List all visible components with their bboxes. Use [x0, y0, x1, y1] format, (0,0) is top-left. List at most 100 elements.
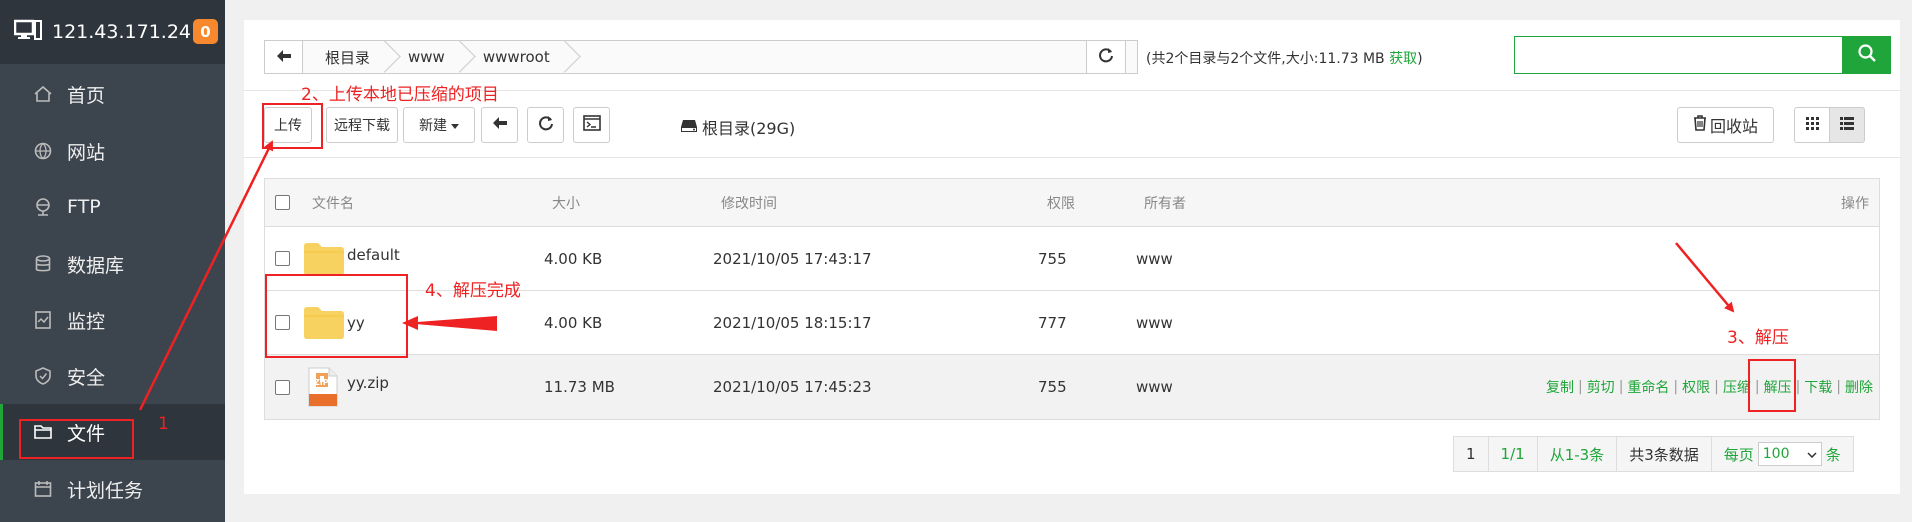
- summary-suffix: ): [1417, 51, 1423, 67]
- path-back-button[interactable]: [265, 41, 303, 73]
- database-icon: [31, 252, 55, 276]
- monitor-icon: [31, 308, 55, 332]
- download-link[interactable]: 下载: [1804, 377, 1832, 397]
- annotation-box-files: [19, 419, 134, 459]
- search-icon: [1857, 43, 1877, 67]
- server-monitor-icon: [13, 19, 42, 45]
- row-checkbox[interactable]: [275, 251, 290, 266]
- arrow-left-icon: [492, 117, 507, 133]
- arrow-left-icon: [276, 48, 291, 66]
- file-mtime: 2021/10/05 17:43:17: [713, 249, 872, 268]
- separator: |: [1673, 379, 1679, 395]
- annotation-step-1: 1: [158, 414, 169, 434]
- shield-icon: [31, 364, 55, 388]
- compress-link[interactable]: 压缩: [1723, 377, 1751, 397]
- grid-icon: [1805, 116, 1819, 134]
- new-label: 新建: [419, 118, 447, 134]
- trash-icon: [1693, 115, 1707, 135]
- separator: |: [1577, 379, 1583, 395]
- fetch-size-link[interactable]: 获取: [1389, 51, 1417, 67]
- sidebar-item-label: FTP: [67, 196, 101, 218]
- search-input[interactable]: [1514, 36, 1842, 74]
- table-header: 文件名 大小 修改时间 权限 所有者 操作: [265, 179, 1879, 227]
- separator: |: [1618, 379, 1624, 395]
- sidebar-item-security[interactable]: 安全: [0, 348, 225, 404]
- sidebar-item-label: 网站: [67, 141, 106, 164]
- recycle-bin-button[interactable]: 回收站: [1677, 107, 1774, 143]
- file-permission[interactable]: 755: [1038, 355, 1067, 419]
- sidebar-item-label: 监控: [67, 310, 106, 333]
- file-size: 11.73 MB: [544, 378, 615, 396]
- recycle-label: 回收站: [1709, 117, 1758, 136]
- ftp-icon: [31, 195, 55, 219]
- annotation-box-extract: [1748, 359, 1796, 412]
- file-owner: www: [1136, 313, 1173, 332]
- search-button[interactable]: [1842, 36, 1891, 74]
- caret-down-icon: [451, 117, 459, 133]
- delete-link[interactable]: 删除: [1845, 377, 1873, 397]
- file-mtime: 2021/10/05 18:15:17: [713, 313, 872, 332]
- permission-link[interactable]: 权限: [1682, 377, 1710, 397]
- home-icon: [31, 82, 55, 106]
- table-row[interactable]: ZIP yy.zip 11.73 MB 2021/10/05 17:45:23 …: [265, 355, 1879, 419]
- cut-link[interactable]: 剪切: [1587, 377, 1615, 397]
- sidebar-item-website[interactable]: 网站: [0, 123, 225, 179]
- disk-info[interactable]: 根目录(29G): [680, 115, 795, 139]
- terminal-icon: [582, 115, 601, 135]
- breadcrumb-wwwroot[interactable]: wwwroot: [461, 41, 566, 73]
- file-owner: www: [1136, 378, 1173, 396]
- sidebar-item-cron[interactable]: 计划任务: [0, 461, 225, 517]
- page-current[interactable]: 1: [1454, 437, 1489, 471]
- disk-label: 根目录(29G): [702, 119, 796, 138]
- file-permission[interactable]: 777: [1038, 291, 1067, 354]
- separator: |: [1795, 379, 1801, 395]
- annotation-step-2: 2、上传本地已压缩的项目: [301, 85, 499, 105]
- page-size-select[interactable]: 100: [1757, 442, 1822, 466]
- terminal-button[interactable]: [573, 107, 610, 143]
- sidebar-item-ftp[interactable]: FTP: [0, 179, 225, 235]
- file-mtime: 2021/10/05 17:45:23: [713, 378, 872, 396]
- rename-link[interactable]: 重命名: [1627, 377, 1669, 397]
- file-owner: www: [1136, 249, 1173, 268]
- column-name[interactable]: 文件名: [312, 179, 354, 226]
- refresh-button[interactable]: [527, 107, 564, 143]
- hard-drive-icon: [680, 118, 698, 137]
- column-permission[interactable]: 权限: [1047, 179, 1075, 226]
- directory-summary: (共2个目录与2个文件,大小:11.73 MB 获取): [1146, 48, 1423, 68]
- file-permission[interactable]: 755: [1038, 227, 1067, 290]
- column-size[interactable]: 大小: [552, 179, 580, 226]
- path-refresh-button[interactable]: [1086, 40, 1126, 74]
- select-all-checkbox[interactable]: [275, 195, 290, 210]
- refresh-icon: [538, 115, 554, 135]
- refresh-icon: [1098, 47, 1114, 67]
- list-view-button[interactable]: [1829, 107, 1865, 143]
- calendar-icon: [31, 477, 55, 501]
- column-mtime[interactable]: 修改时间: [721, 179, 777, 226]
- annotation-box-result: [265, 274, 408, 358]
- back-button[interactable]: [481, 107, 518, 143]
- file-size: 4.00 KB: [544, 313, 603, 332]
- globe-icon: [31, 139, 55, 163]
- file-name[interactable]: yy.zip: [347, 351, 389, 415]
- notification-badge[interactable]: 0: [193, 19, 218, 44]
- sidebar-item-label: 计划任务: [67, 479, 144, 502]
- separator: |: [1836, 379, 1841, 395]
- column-owner[interactable]: 所有者: [1144, 179, 1186, 226]
- grid-view-button[interactable]: [1794, 107, 1830, 143]
- page-count: 1/1: [1489, 437, 1538, 471]
- new-dropdown-button[interactable]: 新建: [403, 107, 475, 143]
- copy-link[interactable]: 复制: [1546, 377, 1574, 397]
- breadcrumb-root[interactable]: 根目录: [303, 41, 386, 73]
- per-page: 每页 100 条: [1712, 437, 1853, 471]
- sidebar-item-database[interactable]: 数据库: [0, 236, 225, 292]
- remote-download-button[interactable]: 远程下载: [326, 107, 398, 143]
- column-operations: 操作: [1841, 195, 1869, 212]
- sidebar-item-home[interactable]: 首页: [0, 66, 225, 122]
- path-bar: 根目录 www wwwroot: [264, 40, 1138, 74]
- chevron-down-icon: [1807, 446, 1817, 462]
- page-total: 共3条数据: [1617, 437, 1712, 471]
- per-page-unit: 条: [1825, 445, 1841, 464]
- sidebar-item-monitor[interactable]: 监控: [0, 292, 225, 348]
- annotation-step-3: 3、解压: [1727, 328, 1789, 348]
- row-checkbox[interactable]: [275, 379, 290, 395]
